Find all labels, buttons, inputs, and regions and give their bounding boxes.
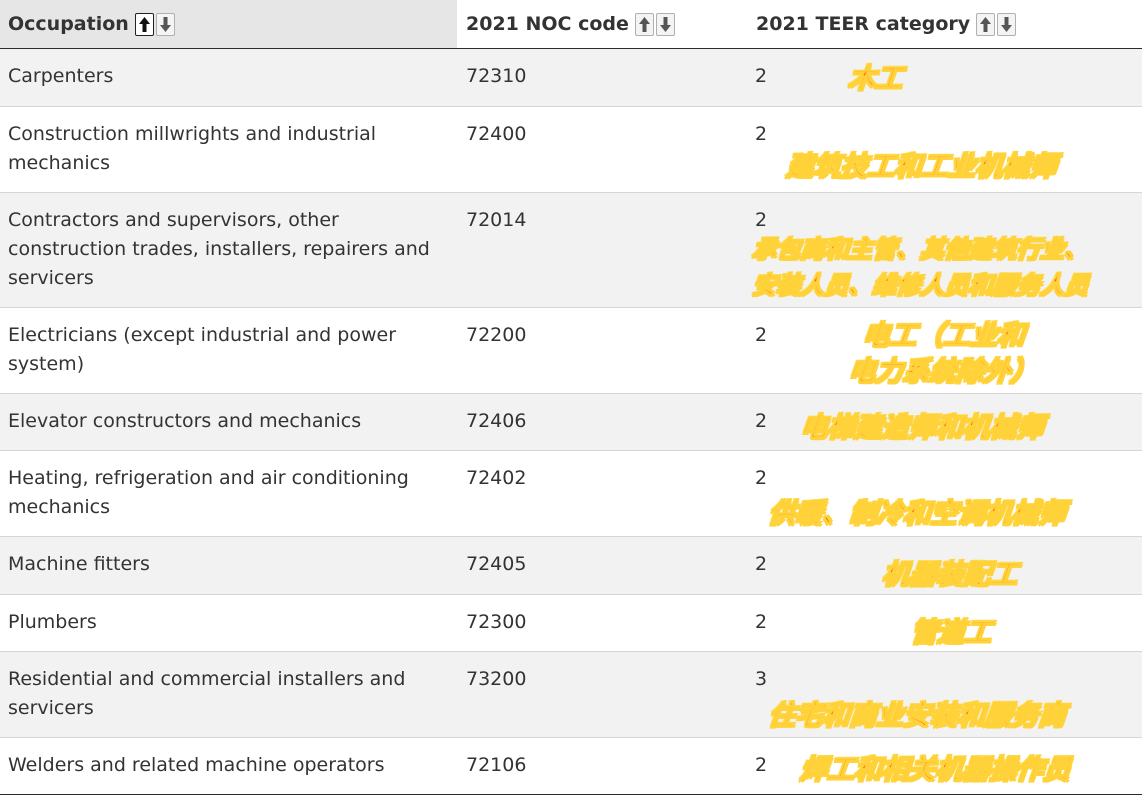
occupation-cell: Construction millwrights and industrial …	[8, 123, 377, 174]
occupation-cell: Heating, refrigeration and air condition…	[8, 467, 409, 518]
occupation-cell: Plumbers	[8, 611, 97, 633]
teer-cell: 2	[755, 65, 768, 87]
teer-cell: 2	[755, 611, 768, 633]
occupation-cell: Electricians (except industrial and powe…	[8, 324, 397, 375]
sort-ascending-icon[interactable]	[134, 12, 154, 36]
chinese-translation: 机器装配工	[880, 559, 1019, 591]
chinese-translation: 电梯建造师和机械师	[798, 412, 1045, 444]
noc-code-cell: 72406	[466, 410, 527, 432]
table-row: Plumbers 72300 2 管道工	[0, 595, 1142, 652]
occupation-table: Occupation 2021 NOC code 2021 TEER categ…	[0, 0, 1142, 795]
table-row: Welders and related machine operators 72…	[0, 738, 1142, 794]
noc-code-cell: 72300	[466, 611, 527, 633]
teer-cell: 2	[755, 467, 768, 489]
noc-code-cell: 72400	[466, 123, 527, 145]
header-noc-label: 2021 NOC code	[466, 13, 629, 35]
noc-code-cell: 73200	[466, 668, 527, 690]
header-teer-label: 2021 TEER category	[756, 13, 971, 35]
table-row: Electricians (except industrial and powe…	[0, 308, 1142, 394]
noc-code-cell: 72405	[466, 553, 527, 575]
table-row: Machine fitters 72405 2 机器装配工	[0, 537, 1142, 595]
header-occupation[interactable]: Occupation	[0, 0, 457, 48]
sort-controls-noc	[634, 12, 675, 36]
occupation-cell: Machine fitters	[8, 553, 150, 575]
chinese-translation: 供暖、制冷和空调机械师	[766, 498, 1067, 530]
noc-code-cell: 72200	[466, 324, 527, 346]
occupation-cell: Carpenters	[8, 65, 114, 87]
table-row: Heating, refrigeration and air condition…	[0, 451, 1142, 537]
table-row: Carpenters 72310 2 木工	[0, 49, 1142, 107]
chinese-translation: 住宅和商业安装和服务商	[766, 700, 1067, 732]
occupation-cell: Elevator constructors and mechanics	[8, 410, 362, 432]
chinese-translation: 建筑技工和工业机械师	[784, 151, 1058, 183]
chinese-translation: 电工（工业和	[860, 320, 1026, 352]
teer-cell: 2	[755, 324, 768, 346]
sort-ascending-icon[interactable]	[634, 12, 654, 36]
noc-code-cell: 72402	[466, 467, 527, 489]
table-row: Contractors and supervisors, other const…	[0, 193, 1142, 308]
sort-ascending-icon[interactable]	[976, 12, 996, 36]
teer-cell: 2	[755, 754, 768, 776]
table-row: Elevator constructors and mechanics 7240…	[0, 394, 1142, 451]
teer-cell: 3	[755, 668, 768, 690]
sort-controls-teer	[976, 12, 1017, 36]
chinese-translation: 木工	[846, 63, 904, 95]
table-header: Occupation 2021 NOC code 2021 TEER categ…	[0, 0, 1142, 49]
header-teer-category[interactable]: 2021 TEER category	[747, 0, 1142, 48]
sort-descending-icon[interactable]	[155, 12, 175, 36]
header-occupation-label: Occupation	[8, 13, 129, 35]
teer-cell: 2	[755, 123, 768, 145]
noc-code-cell: 72014	[466, 209, 527, 231]
table-bottom-border	[0, 794, 1142, 795]
occupation-cell: Residential and commercial installers an…	[8, 668, 406, 719]
teer-cell: 2	[755, 410, 768, 432]
occupation-cell: Contractors and supervisors, other const…	[8, 209, 430, 289]
teer-cell: 2	[755, 553, 768, 575]
table-row: Residential and commercial installers an…	[0, 652, 1142, 738]
noc-code-cell: 72310	[466, 65, 527, 87]
sort-descending-icon[interactable]	[655, 12, 675, 36]
noc-code-cell: 72106	[466, 754, 527, 776]
header-noc-code[interactable]: 2021 NOC code	[457, 0, 747, 48]
sort-controls-occupation	[134, 12, 175, 36]
chinese-translation: 管道工	[908, 617, 993, 649]
sort-descending-icon[interactable]	[997, 12, 1017, 36]
chinese-translation: 安装人员、维修人员和服务人员	[750, 271, 1090, 300]
chinese-translation: 承包商和主管、其他建筑行业、	[750, 235, 1090, 264]
chinese-translation: 焊工和相关机器操作员	[798, 754, 1072, 786]
chinese-translation: 电力系统除外）	[846, 356, 1039, 388]
occupation-cell: Welders and related machine operators	[8, 754, 385, 776]
table-row: Construction millwrights and industrial …	[0, 107, 1142, 193]
